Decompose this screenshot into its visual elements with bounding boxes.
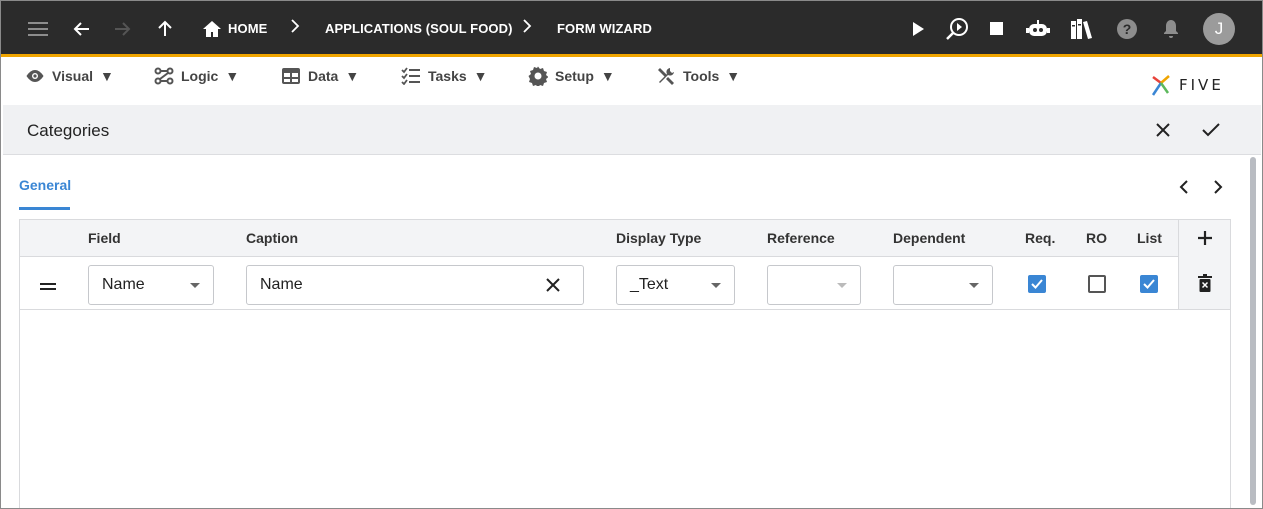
add-row-plus-icon[interactable] [1196,229,1214,247]
help-icon[interactable]: ? [1113,15,1141,43]
field-select-value: Name [102,276,145,293]
menu-setup-label: Setup [555,68,594,84]
notification-bell-icon[interactable] [1157,15,1185,43]
chevron-right-icon [290,19,300,36]
caret-down-icon: ▼ [100,68,114,84]
column-header-reference: Reference [767,230,835,246]
tab-general-label: General [19,177,72,193]
library-icon[interactable] [1068,15,1096,43]
five-logo-text: FIVE [1179,76,1224,94]
vertical-scrollbar[interactable] [1250,157,1256,505]
menu-data-label: Data [308,68,339,84]
req-checkbox[interactable] [1028,275,1046,293]
tasks-icon [401,67,420,85]
table-icon [282,68,300,84]
column-header-ro: RO [1086,230,1107,246]
up-arrow-icon[interactable] [151,15,179,43]
drag-handle-icon[interactable] [40,277,56,295]
confirm-check-icon[interactable] [1200,119,1222,141]
debug-search-icon[interactable] [943,15,971,43]
play-icon[interactable] [904,15,932,43]
menu-tasks-label: Tasks [428,68,467,84]
gear-icon [528,66,548,86]
menu-setup[interactable]: Setup ▼ [528,65,615,87]
caption-input[interactable]: Name [246,265,584,305]
caret-down-icon [969,283,979,288]
column-header-list: List [1137,230,1162,246]
chevron-right-icon [522,19,532,36]
tools-icon [658,68,674,85]
menu-tasks[interactable]: Tasks ▼ [401,65,488,87]
checkmark-icon [1143,279,1155,289]
stop-icon[interactable] [983,15,1011,43]
caret-down-icon: ▼ [600,68,615,84]
caret-down-icon [190,283,200,288]
display-type-value: _Text [630,276,669,293]
eye-icon [26,70,44,82]
top-bar: HOME APPLICATIONS (SOUL FOOD) FORM WIZAR… [1,1,1262,57]
chevron-left-icon[interactable] [1174,177,1194,197]
chevron-right-icon[interactable] [1208,177,1228,197]
column-header-dependent: Dependent [893,230,966,246]
tab-general[interactable]: General [19,177,71,195]
grid-header: Field Caption Display Type Reference Dep… [20,220,1230,257]
menu-bar: Visual ▼ Logic ▼ Data ▼ Tasks ▼ Setup ▼ … [1,57,1262,103]
column-header-req: Req. [1025,230,1056,246]
caret-down-icon: ▼ [345,68,360,84]
field-select[interactable]: Name [88,265,214,305]
caption-input-value: Name [260,276,303,293]
ro-checkbox[interactable] [1088,275,1106,293]
robot-icon[interactable] [1024,15,1052,43]
page-title: Categories [27,121,110,140]
display-type-select[interactable]: _Text [616,265,735,305]
menu-logic[interactable]: Logic ▼ [154,65,239,87]
forward-arrow-icon[interactable] [108,15,136,43]
breadcrumb-form-wizard[interactable]: FORM WIZARD [557,21,652,36]
breadcrumb-home[interactable]: HOME [228,21,267,36]
checkmark-icon [1031,279,1043,289]
five-logo: FIVE [1149,73,1224,97]
menu-data[interactable]: Data ▼ [281,65,359,87]
five-logo-mark-icon [1151,75,1170,96]
column-header-caption: Caption [246,230,299,246]
menu-tools[interactable]: Tools ▼ [656,65,740,87]
fields-grid: Field Caption Display Type Reference Dep… [19,219,1231,508]
menu-visual[interactable]: Visual ▼ [25,65,114,87]
back-arrow-icon[interactable] [68,15,96,43]
menu-tools-label: Tools [683,68,720,84]
avatar[interactable]: J [1203,13,1235,45]
list-checkbox[interactable] [1140,275,1158,293]
hamburger-menu-icon[interactable] [24,15,52,43]
app-window: HOME APPLICATIONS (SOUL FOOD) FORM WIZAR… [0,0,1263,509]
tab-active-indicator [19,207,70,210]
home-icon[interactable] [198,15,226,43]
caret-down-icon: ▼ [473,68,488,84]
svg-text:?: ? [1123,21,1132,37]
caret-down-icon: ▼ [225,68,240,84]
menu-visual-label: Visual [52,68,93,84]
panel-header: Categories [3,105,1261,155]
caret-down-icon [711,283,721,288]
reference-select[interactable] [767,265,861,305]
menu-logic-label: Logic [181,68,219,84]
column-header-display-type: Display Type [616,230,702,246]
caret-down-icon [837,283,847,288]
breadcrumb-applications[interactable]: APPLICATIONS (SOUL FOOD) [325,21,513,36]
clear-icon[interactable] [546,278,560,297]
caret-down-icon: ▼ [726,68,741,84]
dependent-select[interactable] [893,265,993,305]
logic-icon [154,67,174,85]
close-icon[interactable] [1152,119,1174,141]
column-header-field: Field [88,230,121,246]
table-row: Name Name _Text [20,257,1230,310]
